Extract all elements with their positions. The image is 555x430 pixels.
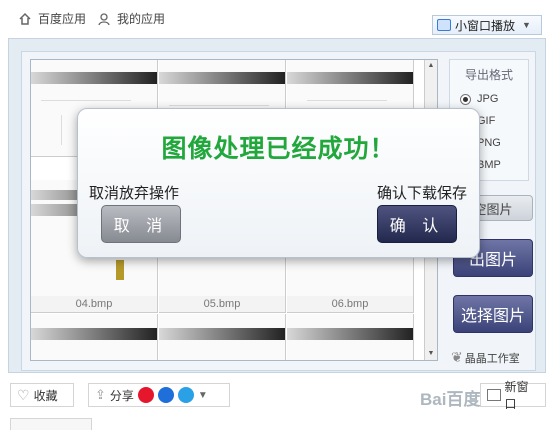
heart-icon: ♡ xyxy=(17,386,30,403)
home-icon xyxy=(19,12,31,25)
nav-my-apps-label: 我的应用 xyxy=(117,12,166,26)
butterfly-icon: ❦ xyxy=(451,349,463,365)
chevron-down-icon[interactable]: ▼ xyxy=(198,390,208,401)
scroll-down-icon[interactable]: ▼ xyxy=(425,348,437,360)
window-icon xyxy=(487,389,501,401)
thumbnail[interactable] xyxy=(159,314,286,360)
share-icon[interactable]: ⇪ xyxy=(95,387,106,403)
thumbnail[interactable] xyxy=(287,314,414,360)
favorite-button[interactable]: ♡ 收藏 xyxy=(10,383,74,407)
thumbnail-caption: 06.bmp xyxy=(287,296,413,312)
export-format-title: 导出格式 xyxy=(464,68,513,82)
confirm-hint: 确认下载保存 xyxy=(376,185,467,202)
scroll-up-icon[interactable]: ▲ xyxy=(425,60,437,72)
format-label: PNG xyxy=(477,137,501,149)
share-label[interactable]: 分享 xyxy=(110,387,134,404)
mini-window-play-button[interactable]: 小窗口播放 ▼ xyxy=(432,15,542,35)
nav-baidu-apps-label: 百度应用 xyxy=(38,12,87,26)
nav-my-apps[interactable]: 我的应用 xyxy=(97,10,165,27)
success-dialog: 图像处理已经成功！ 取消放弃操作 确认下载保存 取 消 确 认 xyxy=(77,108,480,258)
format-label: BMP xyxy=(477,159,501,171)
top-nav: 百度应用 我的应用 小窗口播放 ▼ xyxy=(0,0,555,38)
baidu-watermark: Bai百度 xyxy=(420,390,481,409)
qzone-icon[interactable] xyxy=(157,387,174,403)
share-bar: ⇪ 分享 ▼ xyxy=(88,383,230,407)
cancel-hint: 取消放弃操作 xyxy=(89,185,180,202)
studio-logo: ❦ 晶晶工作室 xyxy=(451,349,520,365)
select-images-button[interactable]: 选择图片 xyxy=(453,295,533,333)
user-icon xyxy=(98,12,110,25)
radio-selected-icon[interactable] xyxy=(460,93,471,105)
nav-baidu-apps[interactable]: 百度应用 xyxy=(18,10,86,27)
cancel-button[interactable]: 取 消 xyxy=(101,205,181,243)
bottom-tab[interactable] xyxy=(10,418,92,430)
chevron-down-icon[interactable]: ▼ xyxy=(522,20,531,30)
dialog-title: 图像处理已经成功！ xyxy=(161,135,396,163)
tv-icon xyxy=(437,19,451,31)
thumbnail-caption: 05.bmp xyxy=(159,296,285,312)
weibo-icon[interactable] xyxy=(137,387,154,403)
thumbnail-caption: 04.bmp xyxy=(31,296,157,312)
format-label: JPG xyxy=(477,93,499,105)
thumbnail[interactable] xyxy=(31,314,158,360)
mini-window-play-label: 小窗口播放 xyxy=(455,18,516,33)
confirm-button[interactable]: 确 认 xyxy=(377,205,457,243)
format-radio-jpg[interactable]: JPG xyxy=(460,93,498,105)
tencent-icon[interactable] xyxy=(177,387,194,403)
new-window-button[interactable]: 新窗口 xyxy=(480,380,546,411)
